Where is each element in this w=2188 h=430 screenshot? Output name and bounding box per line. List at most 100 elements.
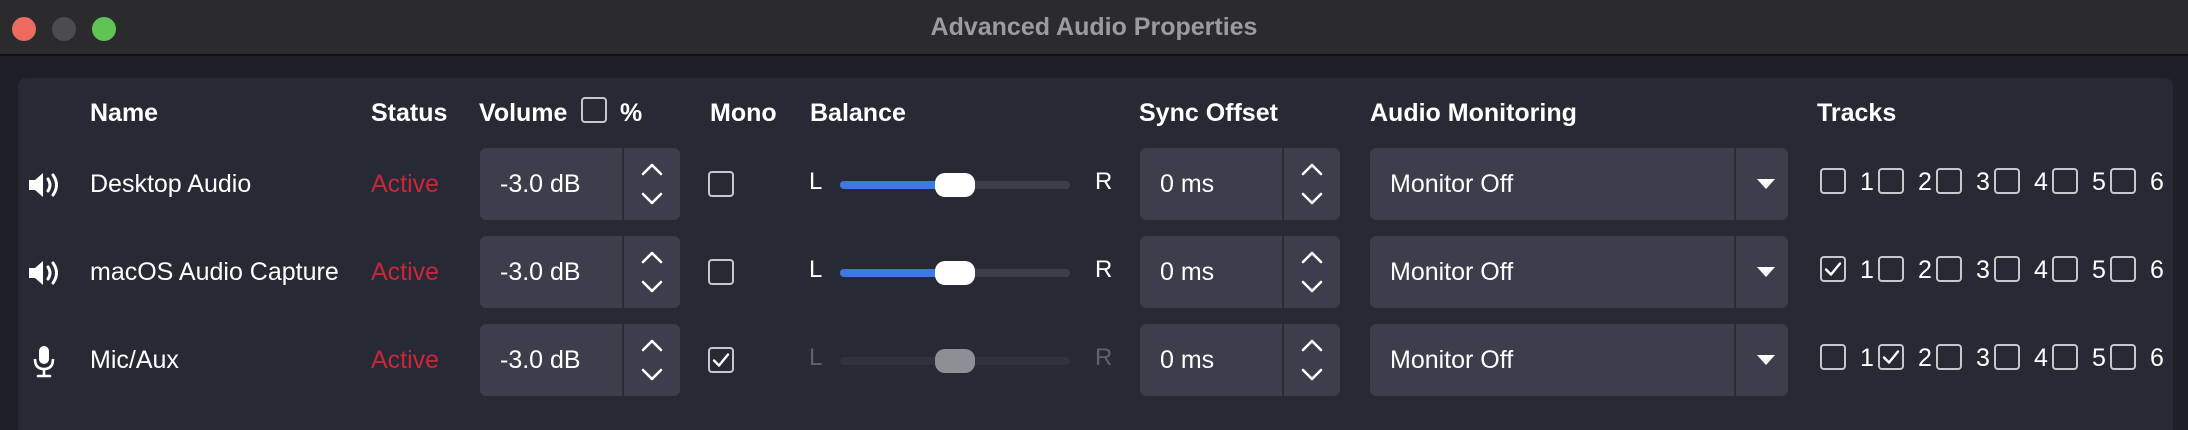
track-6-checkbox[interactable] (2110, 168, 2136, 194)
volume-decrease-icon[interactable] (634, 184, 670, 214)
sync-offset-increase-icon[interactable] (1294, 154, 1330, 184)
audio-monitoring-value: Monitor Off (1390, 258, 1514, 286)
chevron-down-icon[interactable] (1744, 148, 1788, 220)
chevron-down-icon[interactable] (1744, 236, 1788, 308)
track-6-label: 6 (2150, 256, 2164, 284)
track-4-label: 4 (2034, 256, 2048, 284)
chevron-down-icon[interactable] (1744, 324, 1788, 396)
sync-offset-spinbox[interactable]: 0 ms (1140, 148, 1340, 220)
status-label: Active (371, 170, 440, 198)
audio-monitoring-dropdown[interactable]: Monitor Off (1370, 236, 1788, 308)
track-2-checkbox[interactable] (1878, 168, 1904, 194)
track-1-checkbox[interactable] (1820, 168, 1846, 194)
dropdown-divider (1734, 236, 1736, 308)
spinbox-divider (622, 324, 624, 396)
volume-increase-icon[interactable] (634, 330, 670, 360)
sync-offset-decrease-icon[interactable] (1294, 272, 1330, 302)
volume-decrease-icon[interactable] (634, 272, 670, 302)
track-5-label: 5 (2092, 344, 2106, 372)
volume-spinbox[interactable]: -3.0 dB (480, 236, 680, 308)
header-volume: Volume (479, 99, 568, 127)
track-5-label: 5 (2092, 168, 2106, 196)
track-6-label: 6 (2150, 344, 2164, 372)
source-name: Mic/Aux (90, 346, 179, 374)
sync-offset-spinbox[interactable]: 0 ms (1140, 324, 1340, 396)
header-sync-offset: Sync Offset (1139, 99, 1278, 127)
track-1-label: 1 (1860, 168, 1874, 196)
track-1-checkbox[interactable] (1820, 256, 1846, 282)
mono-checkbox[interactable] (708, 347, 734, 373)
balance-slider-handle[interactable] (935, 173, 975, 197)
spinbox-divider (622, 148, 624, 220)
sync-offset-value: 0 ms (1160, 170, 1215, 198)
track-5-checkbox[interactable] (2052, 344, 2078, 370)
audio-monitoring-value: Monitor Off (1390, 346, 1514, 374)
title-bar: Advanced Audio Properties (0, 0, 2188, 56)
status-label: Active (371, 258, 440, 286)
volume-decrease-icon[interactable] (634, 360, 670, 390)
track-4-checkbox[interactable] (1994, 344, 2020, 370)
balance-right-label: R (1095, 344, 1113, 371)
track-5-label: 5 (2092, 256, 2106, 284)
track-5-checkbox[interactable] (2052, 168, 2078, 194)
volume-value: -3.0 dB (500, 346, 581, 374)
sync-offset-decrease-icon[interactable] (1294, 184, 1330, 214)
track-1-label: 1 (1860, 256, 1874, 284)
mono-checkbox[interactable] (708, 259, 734, 285)
track-4-label: 4 (2034, 168, 2048, 196)
track-4-checkbox[interactable] (1994, 168, 2020, 194)
volume-increase-icon[interactable] (634, 154, 670, 184)
volume-value: -3.0 dB (500, 258, 581, 286)
track-3-checkbox[interactable] (1936, 344, 1962, 370)
sync-offset-increase-icon[interactable] (1294, 242, 1330, 272)
mono-checkbox[interactable] (708, 171, 734, 197)
track-3-checkbox[interactable] (1936, 168, 1962, 194)
sync-offset-increase-icon[interactable] (1294, 330, 1330, 360)
track-2-label: 2 (1918, 168, 1932, 196)
header-audio-monitoring: Audio Monitoring (1370, 99, 1577, 127)
track-3-label: 3 (1976, 168, 1990, 196)
track-2-checkbox[interactable] (1878, 344, 1904, 370)
track-5-checkbox[interactable] (2052, 256, 2078, 282)
sync-offset-value: 0 ms (1160, 346, 1215, 374)
track-6-label: 6 (2150, 168, 2164, 196)
spinbox-divider (622, 236, 624, 308)
track-4-checkbox[interactable] (1994, 256, 2020, 282)
header-tracks: Tracks (1817, 99, 1897, 127)
source-name: Desktop Audio (90, 170, 252, 198)
audio-monitoring-dropdown[interactable]: Monitor Off (1370, 324, 1788, 396)
volume-increase-icon[interactable] (634, 242, 670, 272)
volume-value: -3.0 dB (500, 170, 581, 198)
balance-slider-handle[interactable] (935, 349, 975, 373)
sync-offset-decrease-icon[interactable] (1294, 360, 1330, 390)
track-1-checkbox[interactable] (1820, 344, 1846, 370)
track-3-checkbox[interactable] (1936, 256, 1962, 282)
audio-monitoring-dropdown[interactable]: Monitor Off (1370, 148, 1788, 220)
spinbox-divider (1282, 148, 1284, 220)
track-3-label: 3 (1976, 344, 1990, 372)
balance-slider-handle[interactable] (935, 261, 975, 285)
header-balance: Balance (810, 99, 906, 127)
volume-spinbox[interactable]: -3.0 dB (480, 148, 680, 220)
sync-offset-value: 0 ms (1160, 258, 1215, 286)
dropdown-divider (1734, 148, 1736, 220)
source-name: macOS Audio Capture (90, 258, 339, 286)
status-label: Active (371, 346, 440, 374)
microphone-icon (24, 344, 64, 378)
track-6-checkbox[interactable] (2110, 256, 2136, 282)
speaker-icon (24, 256, 64, 290)
balance-left-label: L (809, 344, 823, 371)
header-mono: Mono (710, 99, 777, 127)
track-3-label: 3 (1976, 256, 1990, 284)
volume-percent-checkbox[interactable] (581, 97, 607, 123)
track-6-checkbox[interactable] (2110, 344, 2136, 370)
spinbox-divider (1282, 324, 1284, 396)
volume-spinbox[interactable]: -3.0 dB (480, 324, 680, 396)
track-2-checkbox[interactable] (1878, 256, 1904, 282)
speaker-icon (24, 168, 64, 202)
sync-offset-spinbox[interactable]: 0 ms (1140, 236, 1340, 308)
spinbox-divider (1282, 236, 1284, 308)
window-title: Advanced Audio Properties (930, 13, 1258, 41)
balance-right-label: R (1095, 168, 1113, 195)
header-name: Name (90, 99, 159, 127)
